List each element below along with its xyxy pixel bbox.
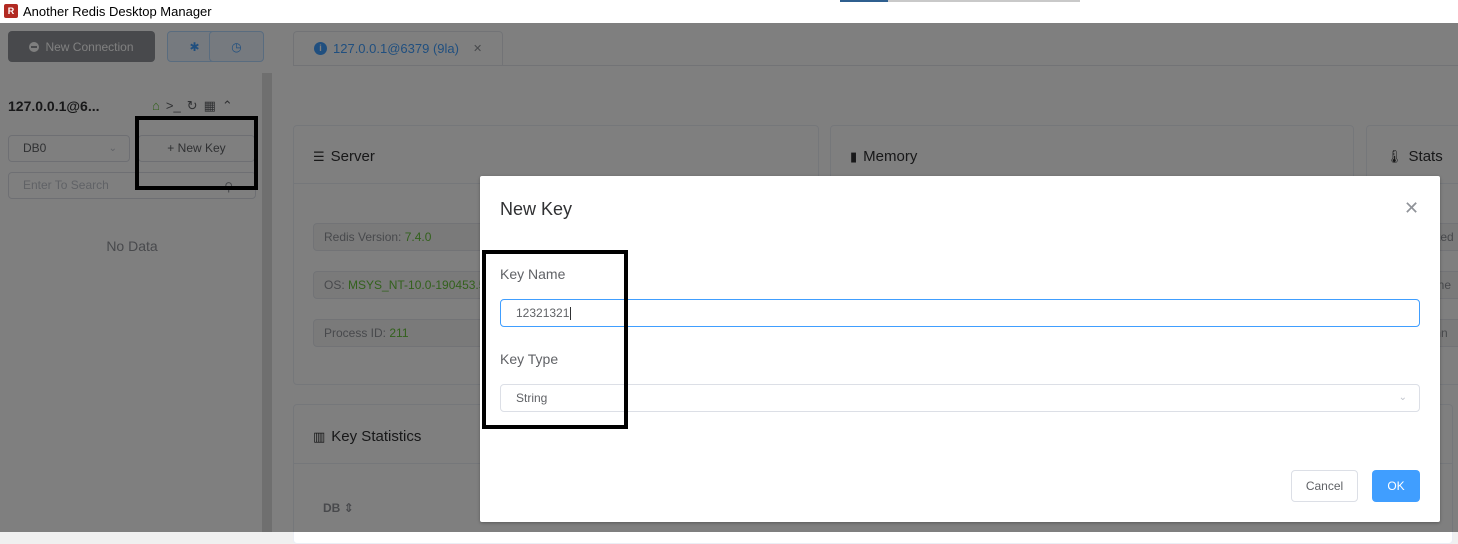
cancel-button[interactable]: Cancel <box>1291 470 1358 502</box>
close-icon[interactable]: ✕ <box>1404 198 1419 219</box>
app-logo-icon: R <box>4 4 18 18</box>
key-name-input[interactable]: 12321321 <box>500 299 1420 327</box>
window-title: Another Redis Desktop Manager <box>23 4 212 19</box>
dialog-title: New Key <box>500 199 573 219</box>
title-strip-accent <box>840 0 888 2</box>
highlight-box-key-fields <box>482 250 628 429</box>
key-type-select[interactable]: String ⌄ <box>500 384 1420 412</box>
highlight-box-new-key <box>135 116 258 190</box>
ok-button[interactable]: OK <box>1372 470 1420 502</box>
chevron-down-icon: ⌄ <box>1398 392 1407 403</box>
title-bar <box>0 0 1458 23</box>
